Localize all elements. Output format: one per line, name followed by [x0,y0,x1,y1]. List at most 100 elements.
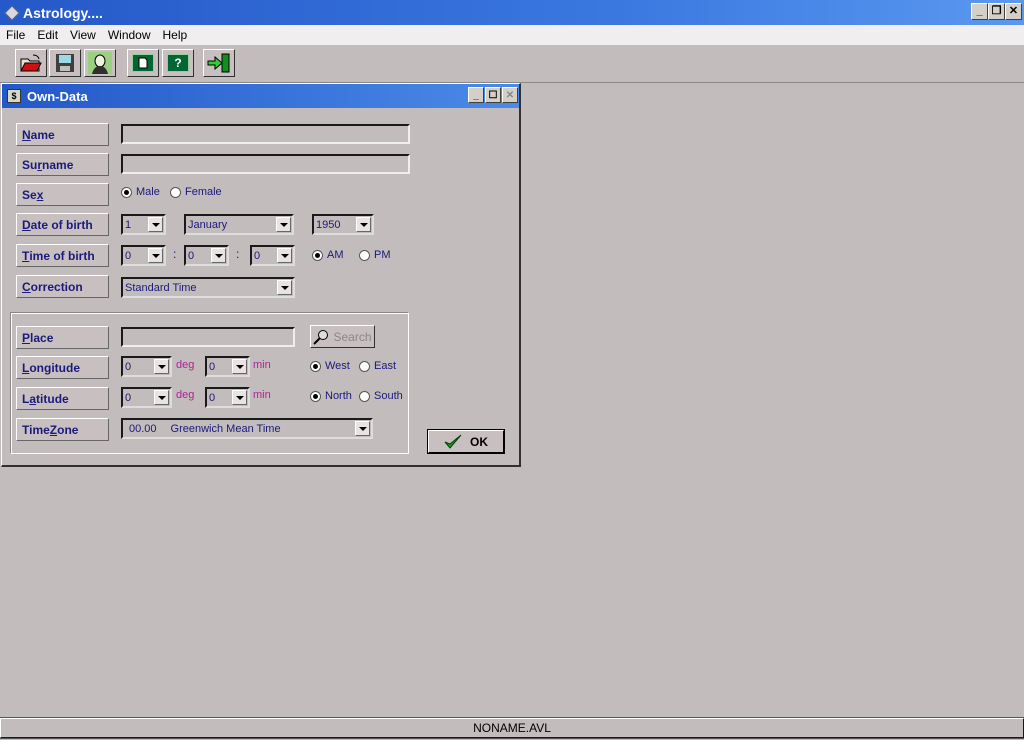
select-value: 0 [188,249,195,262]
sex-female-radio[interactable]: Female [170,186,222,198]
radio-label: AM [327,249,344,261]
radio-unselected-icon [359,249,370,261]
place-input[interactable] [121,327,295,347]
chevron-down-icon[interactable] [148,248,163,263]
tob-hour-select[interactable]: 0 [121,245,166,266]
menu-bar: File Edit View Window Help [0,25,1024,45]
min-unit: min [253,389,271,401]
tob-second-select[interactable]: 0 [250,245,295,266]
chevron-down-icon[interactable] [154,390,169,405]
dialog-minimize-button[interactable]: _ [468,87,484,103]
surname-label: Su r name [16,153,109,176]
ok-button[interactable]: OK [428,430,504,453]
search-icon [313,329,329,345]
timezone-label: Time Zone [16,418,109,441]
dialog-titlebar: $ Own-Data _ ☐ ✕ [2,84,519,108]
chevron-down-icon[interactable] [154,359,169,374]
select-value: Standard Time [125,281,197,294]
document-icon [132,54,154,72]
chevron-down-icon[interactable] [277,280,292,295]
longitude-deg-select[interactable]: 0 [121,356,172,377]
radio-unselected-icon [359,390,370,402]
document-button[interactable] [127,49,159,77]
exit-door-icon [207,53,230,73]
close-icon: ✕ [1008,5,1019,17]
chevron-down-icon[interactable] [277,248,292,263]
dialog-close-button[interactable]: ✕ [502,87,518,103]
timezone-select[interactable]: 00.00 Greenwich Mean Time [121,418,373,439]
sex-male-radio[interactable]: Male [121,186,160,198]
north-radio[interactable]: North [310,390,352,402]
chevron-down-icon[interactable] [232,359,247,374]
menu-file[interactable]: File [0,28,31,42]
correction-select[interactable]: Standard Time [121,277,295,298]
dob-year-select[interactable]: 1950 [312,214,374,235]
chevron-down-icon[interactable] [356,217,371,232]
chevron-down-icon[interactable] [355,421,370,436]
correction-label: Correction [16,275,109,298]
app-title: Astrology.... [23,4,103,21]
radio-label: Male [136,186,160,198]
pm-radio[interactable]: PM [359,249,391,261]
ok-button-label: OK [470,434,488,449]
chevron-down-icon[interactable] [232,390,247,405]
latitude-deg-select[interactable]: 0 [121,387,172,408]
open-folder-icon [20,54,42,72]
radio-label: East [374,360,397,372]
radio-selected-icon [310,360,321,372]
select-value: 0 [209,391,216,404]
menu-view[interactable]: View [64,28,102,42]
chevron-down-icon[interactable] [276,217,291,232]
select-value: January [188,218,228,231]
search-button[interactable]: Search [310,325,375,348]
south-radio[interactable]: South [359,390,403,402]
select-value: 0 [125,360,132,373]
time-separator: : [173,247,177,261]
radio-selected-icon [312,249,323,261]
dob-label: Date of birth [16,213,109,236]
menu-window[interactable]: Window [102,28,157,42]
dob-month-select[interactable]: January [184,214,294,235]
open-button[interactable] [15,49,47,77]
chevron-down-icon[interactable] [148,217,163,232]
tob-minute-select[interactable]: 0 [184,245,229,266]
dialog-app-icon: $ [7,89,21,103]
dialog-maximize-button[interactable]: ☐ [485,87,501,103]
radio-selected-icon [310,390,321,402]
time-separator: : [236,247,240,261]
help-button[interactable]: ? [162,49,194,77]
restore-button[interactable]: ❐ [988,3,1005,20]
chevron-down-icon[interactable] [211,248,226,263]
exit-button[interactable] [203,49,235,77]
minimize-icon: _ [976,5,983,17]
close-button[interactable]: ✕ [1005,3,1022,20]
surname-input[interactable] [121,154,410,174]
app-diamond-icon [4,5,20,20]
maximize-icon: ☐ [488,89,498,101]
east-radio[interactable]: East [359,360,396,372]
longitude-label: Longitude [16,356,109,379]
deg-unit: deg [176,389,195,401]
menu-help[interactable]: Help [157,28,194,42]
menu-edit[interactable]: Edit [31,28,64,42]
search-button-label: Search [333,329,372,344]
select-value: 1950 [316,218,341,231]
name-input[interactable] [121,124,410,144]
toolbar: ? [0,45,1024,83]
portrait-icon [88,52,112,74]
dob-day-select[interactable]: 1 [121,214,166,235]
min-unit: min [253,359,271,371]
timezone-name: Greenwich Mean Time [170,422,281,435]
latitude-min-select[interactable]: 0 [205,387,250,408]
longitude-min-select[interactable]: 0 [205,356,250,377]
am-radio[interactable]: AM [312,249,344,261]
own-data-button[interactable] [84,49,116,77]
radio-label: PM [374,249,391,261]
west-radio[interactable]: West [310,360,350,372]
own-data-dialog: $ Own-Data _ ☐ ✕ Name Su r name Se x Male F… [1,83,521,467]
save-button[interactable] [49,49,81,77]
checkmark-icon [444,434,462,449]
radio-unselected-icon [359,360,370,372]
latitude-label: La titude [16,387,109,410]
minimize-button[interactable]: _ [971,3,988,20]
